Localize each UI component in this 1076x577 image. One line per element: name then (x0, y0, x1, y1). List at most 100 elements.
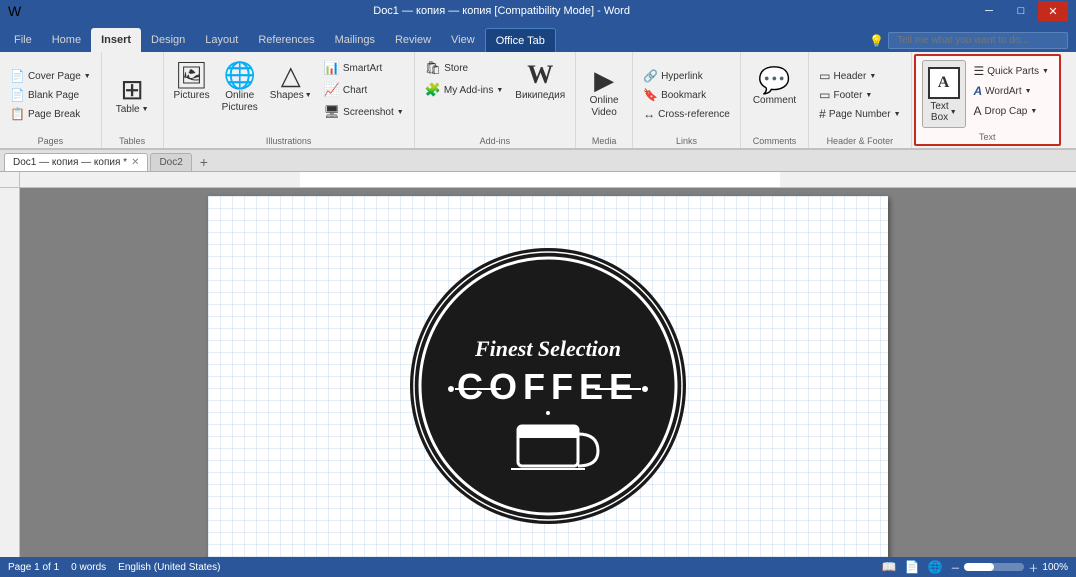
comment-button[interactable]: 💬 Comment (747, 61, 802, 129)
zoom-out-icon[interactable]: － (950, 560, 960, 575)
cross-reference-icon: ↔ (643, 107, 655, 121)
ribbon-group-pages: 📄 Cover Page ▼ 📄 Blank Page 📋 Page Break… (0, 52, 102, 148)
doc-tab-1[interactable]: Doc1 — копия — копия * ✕ (4, 153, 148, 171)
ribbon-group-media: ▶ OnlineVideo Media (576, 52, 633, 148)
ribbon-search[interactable]: 💡 (869, 32, 1068, 49)
ruler-horizontal (20, 172, 1076, 188)
quick-parts-dropdown: ▼ (1042, 68, 1049, 75)
ribbon-group-addins: 🛍 Store 🧩 My Add-ins ▼ W Википедия Add-i… (415, 52, 576, 148)
hyperlink-icon: 🔗 (643, 69, 658, 83)
pages-group-label: Pages (6, 134, 95, 146)
drop-cap-button[interactable]: A Drop Cap ▼ (970, 102, 1053, 120)
quick-parts-button[interactable]: ☰ Quick Parts ▼ (970, 62, 1053, 80)
drop-cap-icon: A (974, 104, 982, 118)
doc-tab-1-label: Doc1 — копия — копия * (13, 157, 127, 168)
doc-scroll-area[interactable]: Finest Selection COFFEE (20, 188, 1076, 557)
tab-office-tab[interactable]: Office Tab (485, 28, 556, 52)
zoom-slider-fill (964, 563, 994, 571)
doc-tab-2-label: Doc2 (159, 157, 182, 168)
tab-layout[interactable]: Layout (195, 28, 248, 52)
web-layout-icon[interactable]: 🌐 (927, 560, 942, 574)
page-number-button[interactable]: # Page Number ▼ (815, 105, 904, 123)
screenshot-button[interactable]: 🖥 Screenshot ▼ (320, 102, 408, 122)
chart-button[interactable]: 📈 Chart (320, 80, 408, 100)
tab-mailings[interactable]: Mailings (325, 28, 385, 52)
tab-design[interactable]: Design (141, 28, 195, 52)
bookmark-button[interactable]: 🔖 Bookmark (639, 86, 734, 104)
ribbon-group-illustrations: 🖼 Pictures 🌐 OnlinePictures △ Shapes ▼ 📊… (164, 52, 415, 148)
ribbon-group-header-footer: ▭ Header ▼ ▭ Footer ▼ # Page Number ▼ He… (809, 52, 911, 148)
search-input[interactable] (888, 32, 1068, 49)
blank-page-button[interactable]: 📄 Blank Page (6, 86, 95, 104)
media-group-label: Media (582, 134, 626, 146)
header-footer-group-label: Header & Footer (815, 134, 904, 146)
smartart-icon: 📊 (324, 60, 340, 76)
wikipedia-icon: W (527, 62, 553, 88)
ribbon-bar: 📄 Cover Page ▼ 📄 Blank Page 📋 Page Break… (0, 52, 1076, 150)
doc-tabs-bar: Doc1 — копия — копия * ✕ Doc2 + (0, 150, 1076, 172)
ribbon-tabs-bar: File Home Insert Design Layout Reference… (0, 22, 1076, 52)
comments-group-label: Comments (747, 134, 802, 146)
table-button[interactable]: ⊞ Table ▼ (108, 72, 157, 119)
blank-page-icon: 📄 (10, 88, 25, 102)
chart-icon: 📈 (324, 82, 340, 98)
wikipedia-button[interactable]: W Википедия (511, 56, 569, 124)
wordart-button[interactable]: A WordArt ▼ (970, 82, 1053, 100)
online-pictures-button[interactable]: 🌐 OnlinePictures (218, 56, 262, 124)
table-dropdown-arrow: ▼ (142, 106, 149, 113)
ribbon-group-tables: ⊞ Table ▼ Tables (102, 52, 164, 148)
print-layout-icon[interactable]: 📄 (905, 560, 920, 574)
footer-button[interactable]: ▭ Footer ▼ (815, 86, 904, 104)
page-number-icon: # (819, 107, 826, 121)
store-button[interactable]: 🛍 Store (421, 58, 508, 78)
hyperlink-button[interactable]: 🔗 Hyperlink (639, 67, 734, 85)
ruler-area (0, 172, 1076, 188)
window-controls: ─ □ ✕ (974, 1, 1068, 21)
doc-workspace: Finest Selection COFFEE (0, 172, 1076, 557)
tab-insert[interactable]: Insert (91, 28, 141, 52)
page-break-button[interactable]: 📋 Page Break (6, 105, 95, 123)
smartart-button[interactable]: 📊 SmartArt (320, 58, 408, 78)
table-icon: ⊞ (120, 76, 143, 104)
tab-references[interactable]: References (248, 28, 324, 52)
minimize-button[interactable]: ─ (974, 1, 1004, 21)
addins-group-label: Add-ins (421, 134, 569, 146)
header-button[interactable]: ▭ Header ▼ (815, 67, 904, 85)
new-tab-button[interactable]: + (194, 153, 214, 171)
online-video-button[interactable]: ▶ OnlineVideo (582, 61, 626, 129)
my-addins-button[interactable]: 🧩 My Add-ins ▼ (421, 80, 508, 100)
ruler-h-svg (20, 172, 1076, 188)
doc-tab-1-close[interactable]: ✕ (131, 157, 139, 168)
cross-reference-button[interactable]: ↔ Cross-reference (639, 105, 734, 123)
wordart-dropdown: ▼ (1025, 88, 1032, 95)
pictures-button[interactable]: 🖼 Pictures (170, 56, 214, 124)
close-button[interactable]: ✕ (1038, 1, 1068, 21)
status-lang: English (United States) (118, 562, 220, 573)
text-box-button[interactable]: A TextBox ▼ (922, 60, 966, 128)
zoom-control[interactable]: － ＋ 100% (950, 560, 1068, 575)
zoom-slider[interactable] (964, 563, 1024, 571)
doc-tab-2[interactable]: Doc2 (150, 153, 191, 171)
zoom-in-icon[interactable]: ＋ (1028, 560, 1038, 575)
tab-review[interactable]: Review (385, 28, 441, 52)
restore-button[interactable]: □ (1006, 1, 1036, 21)
tab-file[interactable]: File (4, 28, 42, 52)
doc-main-area: Finest Selection COFFEE (0, 188, 1076, 557)
quick-parts-icon: ☰ (974, 64, 985, 78)
status-page: Page 1 of 1 (8, 562, 59, 573)
tab-home[interactable]: Home (42, 28, 91, 52)
shapes-button[interactable]: △ Shapes ▼ (266, 56, 316, 124)
ribbon-group-text: A TextBox ▼ ☰ Quick Parts ▼ A WordArt ▼ … (914, 54, 1061, 146)
title-bar: W Doc1 — копия — копия [Compatibility Mo… (0, 0, 1076, 22)
page-break-icon: 📋 (10, 107, 25, 121)
read-mode-icon[interactable]: 📖 (882, 560, 897, 574)
cover-page-icon: 📄 (10, 69, 25, 83)
text-box-icon: A (928, 67, 960, 99)
tab-view[interactable]: View (441, 28, 485, 52)
status-bar: Page 1 of 1 0 words English (United Stat… (0, 557, 1076, 577)
comment-icon: 💬 (758, 67, 790, 93)
cover-page-button[interactable]: 📄 Cover Page ▼ (6, 67, 95, 85)
ribbon-group-comments: 💬 Comment Comments (741, 52, 809, 148)
header-dropdown: ▼ (869, 73, 876, 80)
shapes-icon: △ (281, 62, 301, 88)
